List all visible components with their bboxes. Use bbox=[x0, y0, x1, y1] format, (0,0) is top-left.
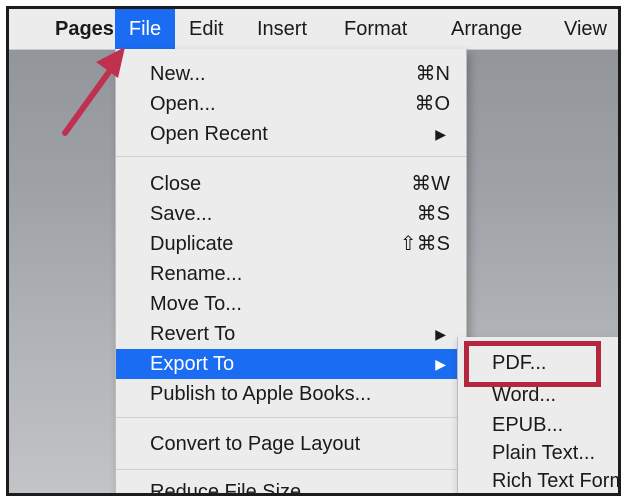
screenshot-frame: Pages File Edit Insert Format Arrange Vi… bbox=[6, 6, 621, 496]
pointer-arrow-icon bbox=[62, 47, 125, 136]
arrow-shaft bbox=[62, 62, 117, 136]
